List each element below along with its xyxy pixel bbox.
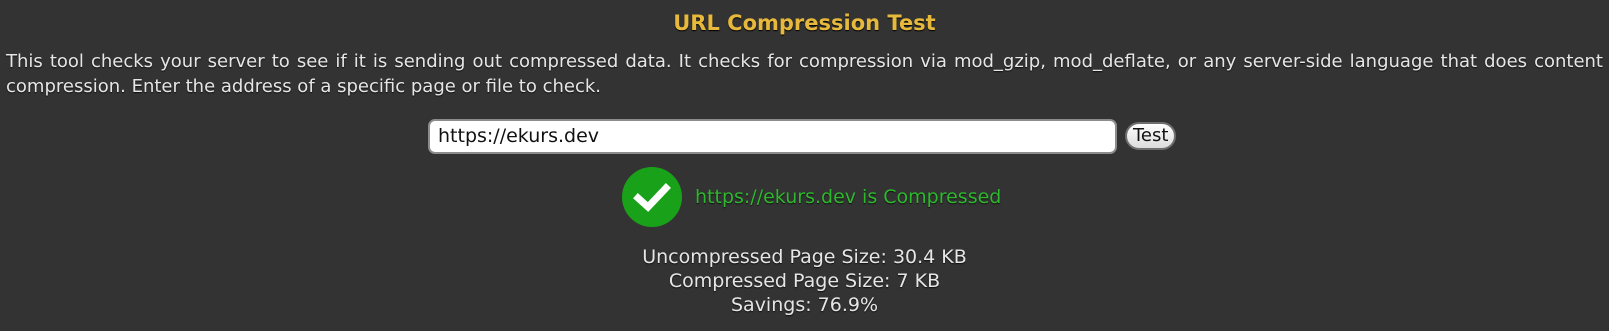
compression-stats: Uncompressed Page Size: 30.4 KB Compress… (0, 245, 1609, 317)
savings-percent: Savings: 76.9% (730, 294, 879, 316)
result-message: https://ekurs.dev is Compressed (695, 186, 1002, 208)
result-status: https://ekurs.dev is Compressed (622, 167, 1001, 227)
url-input[interactable] (428, 118, 1117, 154)
test-button[interactable]: Test (1125, 122, 1177, 150)
page-title: URL Compression Test (673, 11, 936, 35)
check-circle-icon (622, 167, 682, 227)
tool-description: This tool checks your server to see if i… (6, 51, 1603, 97)
url-test-form: Test (428, 118, 1177, 154)
compressed-size: Compressed Page Size: 7 KB (668, 270, 941, 292)
uncompressed-size: Uncompressed Page Size: 30.4 KB (642, 246, 967, 268)
checkmark-icon (633, 183, 671, 212)
